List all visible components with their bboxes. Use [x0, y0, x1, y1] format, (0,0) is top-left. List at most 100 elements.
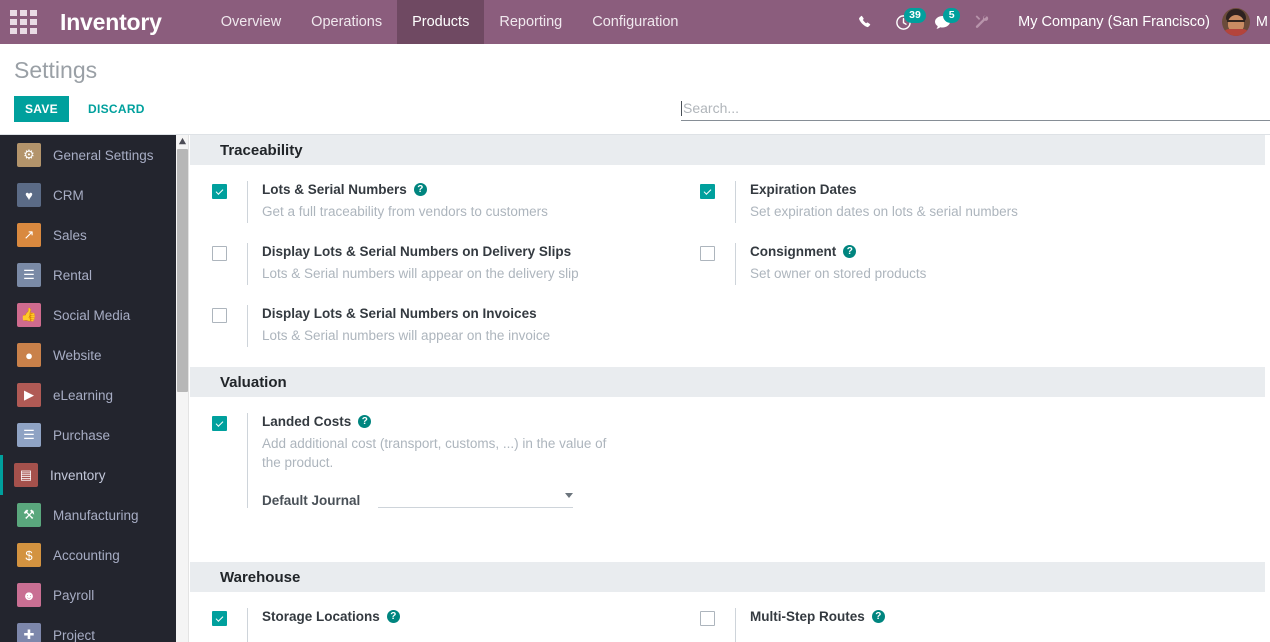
save-button[interactable]: SAVE [14, 96, 69, 122]
help-icon[interactable]: ? [358, 415, 372, 428]
setting-label: Lots & Serial Numbers [262, 182, 407, 197]
lots-serial-numbers-checkbox[interactable] [212, 184, 227, 199]
sidebar-item-purchase[interactable]: ☰ Purchase [0, 415, 176, 455]
setting-display-lots-on-invoices: Display Lots & Serial Numbers on Invoice… [212, 305, 670, 347]
company-selector[interactable]: My Company (San Francisco) [1004, 14, 1222, 30]
sidebar-item-accounting[interactable]: $ Accounting [0, 535, 176, 575]
setting-label: Multi-Step Routes [750, 609, 865, 624]
sidebar-item-website[interactable]: ● Website [0, 335, 176, 375]
setting-multi-step-routes: Multi-Step Routes ? [700, 608, 1150, 642]
sidebar-item-elearning[interactable]: ▶ eLearning [0, 375, 176, 415]
setting-title-wrap: Multi-Step Routes ? [750, 608, 885, 625]
search-input[interactable] [683, 100, 1270, 116]
help-icon[interactable]: ? [386, 610, 400, 623]
nav-tab-overview[interactable]: Overview [206, 0, 296, 44]
sidebar-scrollbar[interactable] [176, 135, 189, 642]
action-buttons: SAVE DISCARD [14, 96, 156, 122]
person-badge-icon: ☻ [17, 583, 41, 607]
setting-label: Storage Locations [262, 609, 380, 624]
nav-tab-products[interactable]: Products [397, 0, 485, 44]
setting-lots-serial-numbers: Lots & Serial Numbers ? Get a full trace… [212, 181, 670, 223]
setting-storage-locations: Storage Locations ? [212, 608, 670, 642]
help-icon[interactable]: ? [413, 183, 427, 196]
scrollbar-thumb[interactable] [177, 149, 188, 392]
sidebar-item-label: CRM [53, 187, 84, 203]
top-navigation-bar: Inventory Overview Operations Products R… [0, 0, 1270, 44]
consignment-checkbox[interactable] [700, 246, 715, 261]
multi-step-routes-checkbox[interactable] [700, 611, 715, 626]
traceability-right-column: Expiration Dates Set expiration dates on… [670, 165, 1150, 367]
sidebar-item-inventory[interactable]: ▤ Inventory [0, 455, 176, 495]
user-name-label: M [1255, 14, 1268, 30]
setting-body: Storage Locations ? [247, 608, 400, 642]
section-header-valuation: Valuation [190, 367, 1265, 397]
setting-consignment: Consignment ? Set owner on stored produc… [700, 243, 1150, 285]
search-bar[interactable] [681, 100, 1270, 121]
display-lots-invoices-checkbox[interactable] [212, 308, 227, 323]
globe-icon: ● [17, 343, 41, 367]
sidebar-item-label: Purchase [53, 427, 111, 443]
messages-count-badge: 5 [943, 8, 961, 23]
setting-body: Consignment ? Set owner on stored produc… [735, 243, 926, 285]
messages-chat-icon[interactable]: 5 [923, 0, 962, 44]
project-icon: ✚ [17, 623, 41, 642]
sidebar-item-social-media[interactable]: 👍 Social Media [0, 295, 176, 335]
section-header-warehouse: Warehouse [190, 562, 1265, 592]
sidebar-item-crm[interactable]: ♥ CRM [0, 175, 176, 215]
help-icon[interactable]: ? [843, 245, 857, 258]
topbar-system-tray: 39 5 My Company (San Francisco) M [847, 0, 1270, 44]
user-menu[interactable]: M [1221, 8, 1270, 36]
setting-body: Display Lots & Serial Numbers on Deliver… [247, 243, 579, 285]
sidebar-item-label: Sales [53, 227, 87, 243]
sidebar-item-label: General Settings [53, 147, 154, 163]
settings-sidebar: ⚙ General Settings ♥ CRM ↗ Sales ☰ Renta… [0, 135, 176, 642]
sidebar-item-label: Website [53, 347, 102, 363]
storage-locations-checkbox[interactable] [212, 611, 227, 626]
control-panel: Settings SAVE DISCARD [0, 44, 1270, 135]
setting-description: Get a full traceability from vendors to … [262, 204, 548, 219]
setting-body: Display Lots & Serial Numbers on Invoice… [247, 305, 550, 347]
nav-tab-operations[interactable]: Operations [296, 0, 397, 44]
help-icon[interactable]: ? [871, 610, 885, 623]
sidebar-item-project[interactable]: ✚ Project [0, 615, 176, 642]
page-title: Settings [14, 57, 98, 83]
setting-label: Display Lots & Serial Numbers on Deliver… [262, 244, 572, 259]
setting-title-wrap: Display Lots & Serial Numbers on Deliver… [262, 243, 579, 260]
display-lots-delivery-slips-checkbox[interactable] [212, 246, 227, 261]
default-journal-label: Default Journal [262, 493, 361, 508]
sidebar-item-label: Manufacturing [53, 507, 139, 523]
setting-description: Set owner on stored products [750, 266, 927, 281]
setting-title-wrap: Display Lots & Serial Numbers on Invoice… [262, 305, 550, 322]
discard-button[interactable]: DISCARD [77, 96, 156, 122]
landed-costs-checkbox[interactable] [212, 416, 227, 431]
default-journal-select[interactable] [378, 488, 574, 508]
tools-debug-icon[interactable] [962, 0, 1004, 44]
warehouse-left-column: Storage Locations ? [190, 592, 670, 642]
gear-icon: ⚙ [17, 143, 41, 167]
sidebar-item-payroll[interactable]: ☻ Payroll [0, 575, 176, 615]
invoice-icon: $ [17, 543, 41, 567]
setting-title-wrap: Storage Locations ? [262, 608, 400, 625]
thumbs-up-icon: 👍 [17, 303, 41, 327]
nav-tab-reporting[interactable]: Reporting [484, 0, 577, 44]
nav-tab-configuration[interactable]: Configuration [577, 0, 693, 44]
setting-body: Expiration Dates Set expiration dates on… [735, 181, 1018, 223]
app-brand-title[interactable]: Inventory [60, 9, 162, 36]
settings-content: Traceability Lots & Serial Numbers ? Get… [190, 135, 1270, 642]
expiration-dates-checkbox[interactable] [700, 184, 715, 199]
section-header-traceability: Traceability [190, 135, 1265, 165]
activity-clock-icon[interactable]: 39 [884, 0, 926, 44]
sidebar-item-rental[interactable]: ☰ Rental [0, 255, 176, 295]
sidebar-item-sales[interactable]: ↗ Sales [0, 215, 176, 255]
setting-body: Multi-Step Routes ? [735, 608, 885, 642]
apps-menu-button[interactable] [0, 0, 46, 44]
default-journal-field: Default Journal [262, 488, 622, 508]
sidebar-item-manufacturing[interactable]: ⚒ Manufacturing [0, 495, 176, 535]
phone-icon[interactable] [847, 0, 884, 44]
setting-description: Add additional cost (transport, customs,… [262, 436, 607, 470]
handshake-icon: ♥ [17, 183, 41, 207]
scroll-up-arrow-icon[interactable] [178, 137, 187, 146]
warehouse-right-column: Multi-Step Routes ? [670, 592, 1150, 642]
sidebar-item-general-settings[interactable]: ⚙ General Settings [0, 135, 176, 175]
setting-title-wrap: Lots & Serial Numbers ? [262, 181, 548, 198]
